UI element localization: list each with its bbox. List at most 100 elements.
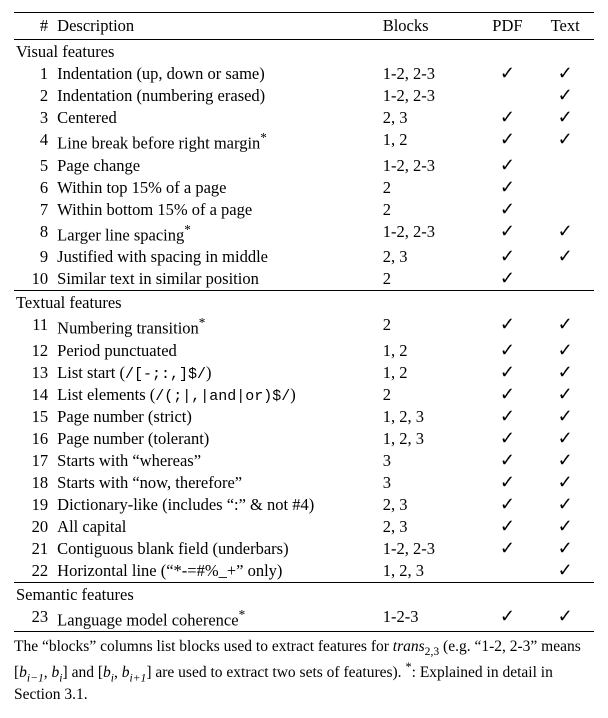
row-text: ✓	[536, 362, 594, 384]
row-text: ✓	[536, 129, 594, 155]
row-number: 4	[14, 129, 54, 155]
row-pdf: ✓	[479, 472, 537, 494]
table-row: 9Justified with spacing in middle2, 3✓✓	[14, 246, 594, 268]
row-number: 2	[14, 85, 54, 107]
row-number: 15	[14, 406, 54, 428]
row-pdf: ✓	[479, 428, 537, 450]
row-blocks: 1, 2, 3	[380, 560, 479, 583]
row-number: 14	[14, 384, 54, 406]
row-number: 11	[14, 314, 54, 340]
table-row: 19Dictionary-like (includes “:” & not #4…	[14, 494, 594, 516]
table-row: 20All capital2, 3✓✓	[14, 516, 594, 538]
row-pdf: ✓	[479, 384, 537, 406]
row-pdf: ✓	[479, 177, 537, 199]
row-number: 1	[14, 63, 54, 85]
section-header: Textual features	[14, 291, 594, 315]
row-description: Contiguous blank field (underbars)	[54, 538, 380, 560]
row-pdf: ✓	[479, 606, 537, 632]
row-blocks: 2	[380, 199, 479, 221]
row-blocks: 3	[380, 450, 479, 472]
row-pdf	[479, 85, 537, 107]
row-description: Language model coherence*	[54, 606, 380, 632]
row-number: 7	[14, 199, 54, 221]
table-row: 3Centered2, 3✓✓	[14, 107, 594, 129]
row-blocks: 1-2, 2-3	[380, 538, 479, 560]
row-text: ✓	[536, 221, 594, 247]
row-number: 9	[14, 246, 54, 268]
table-row: 7Within bottom 15% of a page2✓	[14, 199, 594, 221]
row-text: ✓	[536, 428, 594, 450]
row-description: Larger line spacing*	[54, 221, 380, 247]
row-number: 22	[14, 560, 54, 583]
row-description: Numbering transition*	[54, 314, 380, 340]
row-text: ✓	[536, 340, 594, 362]
row-blocks: 1-2, 2-3	[380, 155, 479, 177]
row-pdf: ✓	[479, 246, 537, 268]
caption: The “blocks” columns list blocks used to…	[14, 637, 594, 705]
col-desc: Description	[54, 13, 380, 40]
row-number: 6	[14, 177, 54, 199]
row-description: Page change	[54, 155, 380, 177]
row-text: ✓	[536, 516, 594, 538]
row-description: List elements (/(;|,|and|or)$/)	[54, 384, 380, 406]
row-number: 17	[14, 450, 54, 472]
table-row: 12Period punctuated1, 2✓✓	[14, 340, 594, 362]
table-row: 15Page number (strict)1, 2, 3✓✓	[14, 406, 594, 428]
col-pdf: PDF	[479, 13, 537, 40]
row-number: 12	[14, 340, 54, 362]
row-blocks: 1, 2	[380, 129, 479, 155]
row-number: 3	[14, 107, 54, 129]
row-text: ✓	[536, 384, 594, 406]
table-row: 8Larger line spacing*1-2, 2-3✓✓	[14, 221, 594, 247]
row-pdf: ✓	[479, 199, 537, 221]
row-pdf	[479, 560, 537, 583]
table-row: 11Numbering transition*2✓✓	[14, 314, 594, 340]
row-text: ✓	[536, 472, 594, 494]
table-row: 10Similar text in similar position2✓	[14, 268, 594, 291]
row-pdf: ✓	[479, 340, 537, 362]
row-pdf: ✓	[479, 221, 537, 247]
row-text: ✓	[536, 107, 594, 129]
row-text: ✓	[536, 246, 594, 268]
row-blocks: 2, 3	[380, 494, 479, 516]
row-blocks: 1, 2, 3	[380, 406, 479, 428]
row-description: Dictionary-like (includes “:” & not #4)	[54, 494, 380, 516]
row-blocks: 2	[380, 314, 479, 340]
table-row: 18Starts with “now, therefore”3✓✓	[14, 472, 594, 494]
row-pdf: ✓	[479, 516, 537, 538]
row-text: ✓	[536, 560, 594, 583]
row-description: Starts with “whereas”	[54, 450, 380, 472]
table-row: 23Language model coherence*1-2-3✓✓	[14, 606, 594, 632]
table-row: 2Indentation (numbering erased)1-2, 2-3✓	[14, 85, 594, 107]
row-blocks: 2	[380, 384, 479, 406]
row-description: Similar text in similar position	[54, 268, 380, 291]
row-pdf: ✓	[479, 155, 537, 177]
row-text: ✓	[536, 63, 594, 85]
row-number: 13	[14, 362, 54, 384]
row-blocks: 2, 3	[380, 516, 479, 538]
row-description: All capital	[54, 516, 380, 538]
table-row: 14List elements (/(;|,|and|or)$/)2✓✓	[14, 384, 594, 406]
row-description: Within top 15% of a page	[54, 177, 380, 199]
row-blocks: 2	[380, 268, 479, 291]
row-description: Indentation (numbering erased)	[54, 85, 380, 107]
row-text	[536, 155, 594, 177]
col-num: #	[14, 13, 54, 40]
row-text: ✓	[536, 606, 594, 632]
section-header: Semantic features	[14, 582, 594, 606]
table-row: 21Contiguous blank field (underbars)1-2,…	[14, 538, 594, 560]
table-row: 13List start (/[-;:,]$/)1, 2✓✓	[14, 362, 594, 384]
table-row: 16Page number (tolerant)1, 2, 3✓✓	[14, 428, 594, 450]
row-number: 5	[14, 155, 54, 177]
row-pdf: ✓	[479, 129, 537, 155]
table-row: 22Horizontal line (“*-=#%_+” only)1, 2, …	[14, 560, 594, 583]
row-number: 21	[14, 538, 54, 560]
table-row: 17Starts with “whereas”3✓✓	[14, 450, 594, 472]
row-pdf: ✓	[479, 362, 537, 384]
row-description: List start (/[-;:,]$/)	[54, 362, 380, 384]
row-blocks: 1, 2	[380, 362, 479, 384]
row-text	[536, 268, 594, 291]
row-number: 8	[14, 221, 54, 247]
row-blocks: 1-2, 2-3	[380, 221, 479, 247]
row-blocks: 1-2-3	[380, 606, 479, 632]
